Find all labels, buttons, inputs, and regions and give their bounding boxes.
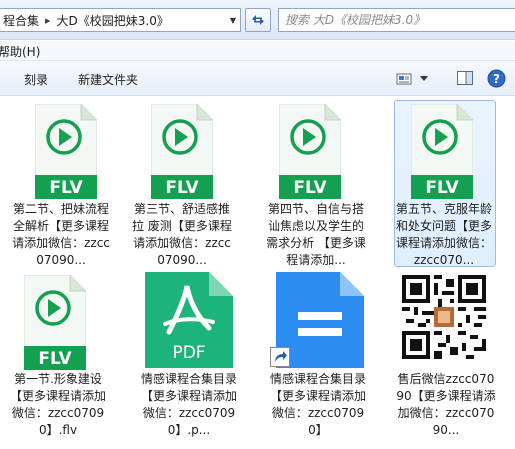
svg-text:FLV: FLV [49, 178, 83, 198]
file-name: 第三节、舒适感推拉 废测【更多课程请添加微信：zzcc07090... [132, 202, 232, 267]
shortcut-arrow-icon [270, 347, 290, 367]
refresh-button[interactable] [245, 8, 271, 32]
flv-file-icon: FLV [24, 275, 86, 370]
svg-text:?: ? [493, 72, 500, 86]
breadcrumb-separator-icon[interactable]: ▸ [45, 14, 51, 27]
chevron-down-icon [420, 76, 428, 81]
new-folder-button[interactable]: 新建文件夹 [78, 71, 138, 88]
address-dropdown-icon[interactable]: ▼ [225, 9, 241, 31]
preview-pane-icon [457, 71, 473, 85]
address-bar-row: 程合集 ▸ 大D《校园把妹3.0》 ▼ [0, 0, 515, 40]
refresh-icon [252, 15, 264, 25]
qr-code-image [402, 275, 486, 359]
breadcrumb-parent[interactable]: 程合集 [3, 12, 39, 29]
command-bar: 刻录 新建文件夹 ? [0, 62, 515, 96]
svg-text:FLV: FLV [165, 178, 199, 198]
address-bar[interactable]: 程合集 ▸ 大D《校园把妹3.0》 [0, 8, 241, 32]
file-name: 售后微信zzcc07090【更多课程请添加微信：zzcc07090... [396, 372, 496, 437]
view-icon [396, 73, 412, 85]
breadcrumb-current[interactable]: 大D《校园把妹3.0》 [57, 12, 169, 29]
file-name: 第四节、自信与搭讪焦虑以及学生的需求分析 【更多课程请添加... [266, 202, 366, 267]
file-name: 第五节、克服年龄和处女问题【更多课程请添加微信：zzcc070... [396, 202, 493, 267]
search-box[interactable] [278, 8, 515, 32]
file-name: 情感课程合集目录【更多课程请添加微信：zzcc07090】 [269, 372, 366, 437]
burn-button[interactable]: 刻录 [24, 71, 48, 88]
flv-file-icon: FLV [151, 104, 213, 199]
file-name: 第二节、把妹流程全解析【更多课程请添加微信：zzcc07090... [12, 202, 110, 267]
help-icon: ? [487, 69, 506, 88]
search-input[interactable] [285, 13, 495, 27]
file-list: FLV 第二节、把妹流程全解析【更多课程请添加微信：zzcc07090... F… [0, 97, 515, 449]
flv-file-icon: FLV [411, 104, 473, 199]
menu-bar: 帮助(H) [0, 41, 515, 61]
file-name: 情感课程合集目录【更多课程请添加微信：zzcc07090】.p... [140, 372, 237, 437]
help-button[interactable]: ? [487, 69, 507, 89]
svg-text:FLV: FLV [293, 178, 327, 198]
change-view-button[interactable] [396, 69, 438, 89]
flv-file-icon: FLV [279, 104, 341, 199]
preview-pane-button[interactable] [456, 69, 476, 89]
menu-help[interactable]: 帮助(H) [0, 43, 40, 60]
svg-text:PDF: PDF [172, 343, 205, 363]
svg-text:FLV: FLV [38, 349, 72, 369]
file-name: 第一节.形象建设【更多课程请添加微信：zzcc07090】.flv [10, 372, 107, 437]
pdf-file-icon: PDF [145, 272, 233, 368]
flv-file-icon: FLV [35, 104, 97, 199]
svg-text:FLV: FLV [425, 178, 459, 198]
